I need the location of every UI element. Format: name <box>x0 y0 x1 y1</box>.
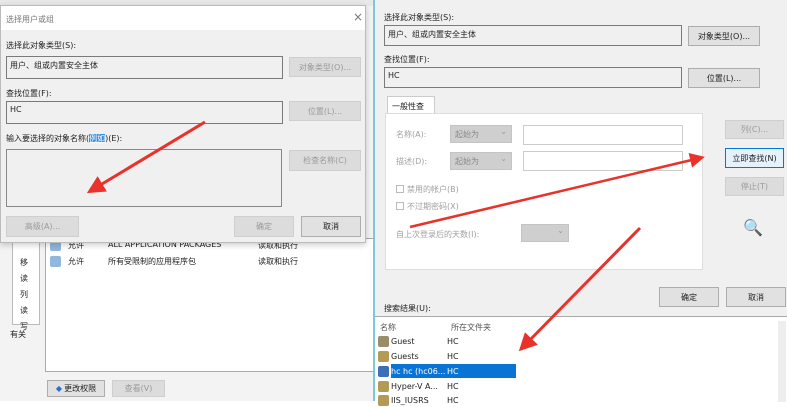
red-arrow <box>409 153 705 229</box>
red-arrow <box>518 226 642 352</box>
red-arrow <box>86 120 206 194</box>
annotation-arrows <box>86 120 705 352</box>
